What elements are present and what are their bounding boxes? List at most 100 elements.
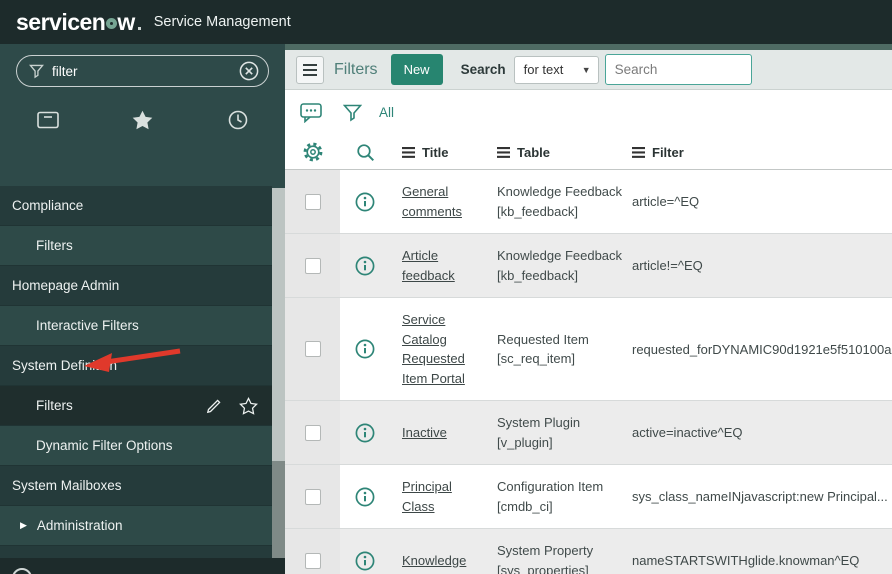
table-row: Inactive System Plugin [v_plugin] active=… — [285, 401, 892, 465]
title-link[interactable]: Principal Class — [402, 479, 452, 514]
row-checkbox-cell — [285, 529, 340, 574]
sidebar-filter-input[interactable] — [52, 63, 239, 79]
title-link[interactable]: Inactive — [402, 425, 447, 440]
favorite-star-outline-icon[interactable] — [239, 396, 258, 415]
list-search-toggle[interactable] — [340, 143, 390, 162]
title-link[interactable]: Service Catalog Requested Item Portal — [402, 312, 465, 386]
breadcrumb-bar: All — [285, 90, 892, 135]
column-menu-icon — [632, 146, 645, 158]
gear-icon — [303, 142, 322, 162]
title-link[interactable]: General comments — [402, 184, 462, 219]
chevron-down-icon: ▼ — [581, 64, 591, 75]
sidebar-item-filters-compliance[interactable]: Filters — [0, 226, 272, 266]
info-circle-icon[interactable] — [354, 255, 376, 277]
row-checkbox-cell — [285, 170, 340, 233]
row-filter-cell: nameSTARTSWITHglide.knowman^EQ — [632, 553, 860, 568]
row-checkbox-cell — [285, 298, 340, 400]
history-clock-icon — [228, 110, 247, 130]
logo-o-ring-icon — [106, 17, 118, 29]
edit-pencil-icon[interactable] — [205, 396, 224, 415]
column-menu-icon — [402, 146, 415, 158]
tab-favorites[interactable] — [95, 98, 190, 142]
sidebar-filter-box[interactable] — [16, 55, 269, 87]
info-circle-icon[interactable] — [354, 422, 376, 444]
info-circle-icon[interactable] — [354, 191, 376, 213]
search-label: Search — [460, 62, 506, 77]
list-settings-button[interactable] — [285, 142, 340, 162]
new-button[interactable]: New — [390, 54, 443, 85]
row-filter-cell: article=^EQ — [632, 194, 700, 209]
row-filter-cell: article!=^EQ — [632, 258, 703, 273]
context-menu-button[interactable] — [296, 55, 324, 84]
breadcrumb-funnel-icon[interactable] — [343, 104, 362, 122]
row-title-cell: Principal Class — [390, 465, 485, 528]
sidebar-item-compliance[interactable]: Compliance — [0, 186, 272, 226]
row-info-cell — [340, 191, 390, 213]
search-scope-select[interactable]: for text ▼ — [513, 55, 599, 84]
row-checkbox-cell — [285, 465, 340, 528]
row-title-cell: Inactive — [390, 411, 485, 455]
comments-bubble-icon[interactable] — [300, 102, 323, 123]
row-info-cell — [340, 255, 390, 277]
list-search-input[interactable] — [604, 54, 752, 85]
sidebar: Compliance Filters Homepage Admin Intera… — [0, 44, 285, 574]
list-toolbar: Filters New Search for text ▼ — [285, 50, 892, 90]
expand-caret-icon: ▶ — [20, 520, 27, 530]
page-title: Filters — [334, 60, 378, 78]
servicenow-logo: servicen w — [16, 10, 141, 34]
breadcrumb-all[interactable]: All — [379, 105, 394, 120]
search-magnifier-icon — [356, 143, 374, 161]
title-link[interactable]: Article feedback — [402, 248, 455, 283]
row-checkbox[interactable] — [304, 193, 321, 210]
sidebar-item-system-definition[interactable]: System Definition — [0, 346, 272, 386]
row-checkbox[interactable] — [304, 552, 321, 569]
sidebar-item-administration[interactable]: ▶ Administration — [0, 506, 272, 546]
sidebar-scrollbar-thumb[interactable] — [272, 461, 285, 558]
info-circle-icon[interactable] — [354, 550, 376, 572]
row-title-cell: Service Catalog Requested Item Portal — [390, 298, 485, 400]
row-checkbox[interactable] — [304, 488, 321, 505]
sidebar-item-homepage-admin[interactable]: Homepage Admin — [0, 266, 272, 306]
row-table-cell: System Property [sys_properties] — [497, 543, 594, 574]
sidebar-item-interactive-filters[interactable]: Interactive Filters — [0, 306, 272, 346]
info-circle-icon[interactable] — [354, 338, 376, 360]
info-circle-icon[interactable] — [354, 486, 376, 508]
row-title-cell: Article feedback — [390, 234, 485, 297]
column-header-filter[interactable]: Filter — [620, 145, 892, 160]
sidebar-item-dynamic-filter-options[interactable]: Dynamic Filter Options — [0, 426, 272, 466]
row-filter-cell: sys_class_nameINjavascript:new Principal… — [632, 489, 888, 504]
row-info-cell — [340, 422, 390, 444]
row-filter-cell: active=inactive^EQ — [632, 425, 743, 440]
table-row: Principal Class Configuration Item [cmdb_… — [285, 465, 892, 529]
row-checkbox[interactable] — [304, 341, 321, 357]
app-title: Service Management — [153, 14, 291, 30]
title-link[interactable]: Knowledge — [402, 553, 466, 568]
sidebar-item-filters-selected[interactable]: Filters — [0, 386, 272, 426]
list-header-row: Title Table Filter — [285, 135, 892, 170]
sidebar-item-system-mailboxes[interactable]: System Mailboxes — [0, 466, 272, 506]
row-checkbox[interactable] — [304, 257, 321, 274]
row-info-cell — [340, 550, 390, 572]
column-header-table[interactable]: Table — [485, 145, 620, 160]
table-row: Service Catalog Requested Item Portal Re… — [285, 298, 892, 401]
row-info-cell — [340, 486, 390, 508]
sidebar-nav: Compliance Filters Homepage Admin Intera… — [0, 186, 272, 574]
list-body: General comments Knowledge Feedback [kb_f… — [285, 170, 892, 574]
content-pane: Filters New Search for text ▼ All — [285, 44, 892, 574]
row-table-cell: System Plugin [v_plugin] — [497, 415, 581, 450]
tab-all-applications[interactable] — [0, 98, 95, 142]
hamburger-icon — [303, 63, 317, 66]
filter-funnel-icon — [29, 64, 44, 78]
favorites-star-icon — [132, 110, 153, 130]
tab-history[interactable] — [190, 98, 285, 142]
help-circle-icon[interactable] — [12, 568, 32, 574]
app-header: servicen w Service Management — [0, 0, 892, 44]
clear-filter-icon[interactable] — [239, 61, 259, 81]
sidebar-scrollbar[interactable] — [272, 188, 285, 558]
row-checkbox-cell — [285, 401, 340, 464]
row-table-cell: Requested Item [sc_req_item] — [497, 331, 589, 367]
column-header-title[interactable]: Title — [390, 145, 485, 160]
row-table-cell: Configuration Item [cmdb_ci] — [497, 479, 604, 514]
row-checkbox[interactable] — [304, 424, 321, 441]
row-title-cell: Knowledge — [390, 539, 485, 574]
